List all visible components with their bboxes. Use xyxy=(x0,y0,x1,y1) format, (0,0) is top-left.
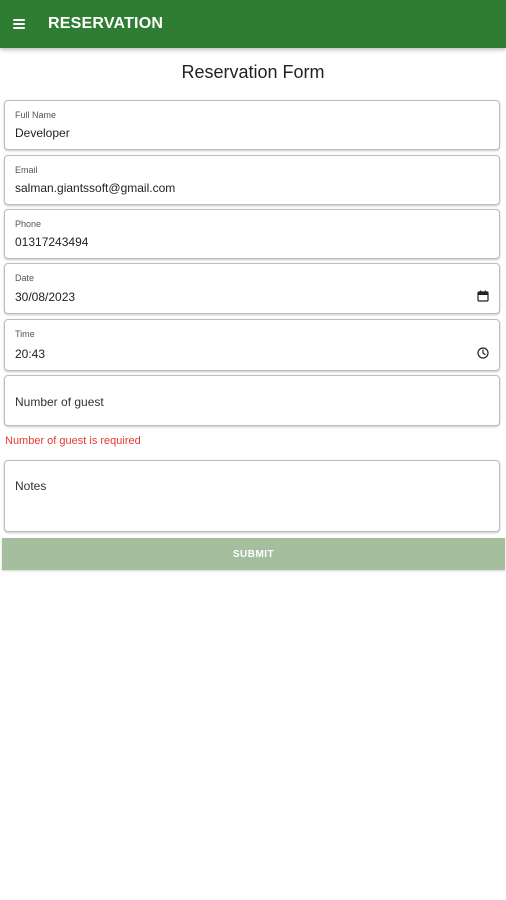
date-field[interactable]: Date 30/08/2023 xyxy=(4,263,500,314)
email-value[interactable]: salman.giantssoft@gmail.com xyxy=(15,181,455,195)
full-name-value[interactable]: Developer xyxy=(15,126,455,140)
notes-placeholder[interactable]: Notes xyxy=(15,479,46,493)
clock-icon[interactable] xyxy=(477,347,489,359)
phone-label: Phone xyxy=(15,219,42,229)
app-title: RESERVATION xyxy=(48,15,164,32)
email-label: Email xyxy=(15,165,38,175)
menu-button[interactable] xyxy=(0,0,38,48)
phone-field[interactable]: Phone 01317243494 xyxy=(4,209,500,259)
full-name-field[interactable]: Full Name Developer xyxy=(4,100,500,150)
notes-field[interactable]: Notes xyxy=(4,460,500,532)
phone-value[interactable]: 01317243494 xyxy=(15,235,455,249)
date-label: Date xyxy=(15,273,35,283)
submit-button[interactable]: SUBMIT xyxy=(2,538,505,570)
guest-error-message: Number of guest is required xyxy=(5,435,141,447)
number-of-guest-field[interactable]: Number of guest xyxy=(4,375,500,426)
time-field[interactable]: Time 20:43 xyxy=(4,319,500,371)
date-value[interactable]: 30/08/2023 xyxy=(15,290,455,304)
app-bar: RESERVATION xyxy=(0,0,506,48)
calendar-icon[interactable] xyxy=(477,290,489,302)
form-title: Reservation Form xyxy=(181,62,325,82)
time-label: Time xyxy=(15,329,35,339)
hamburger-menu-icon xyxy=(13,19,25,29)
full-name-label: Full Name xyxy=(15,110,57,120)
time-value[interactable]: 20:43 xyxy=(15,347,455,361)
number-of-guest-placeholder[interactable]: Number of guest xyxy=(15,395,104,409)
email-field[interactable]: Email salman.giantssoft@gmail.com xyxy=(4,155,500,205)
